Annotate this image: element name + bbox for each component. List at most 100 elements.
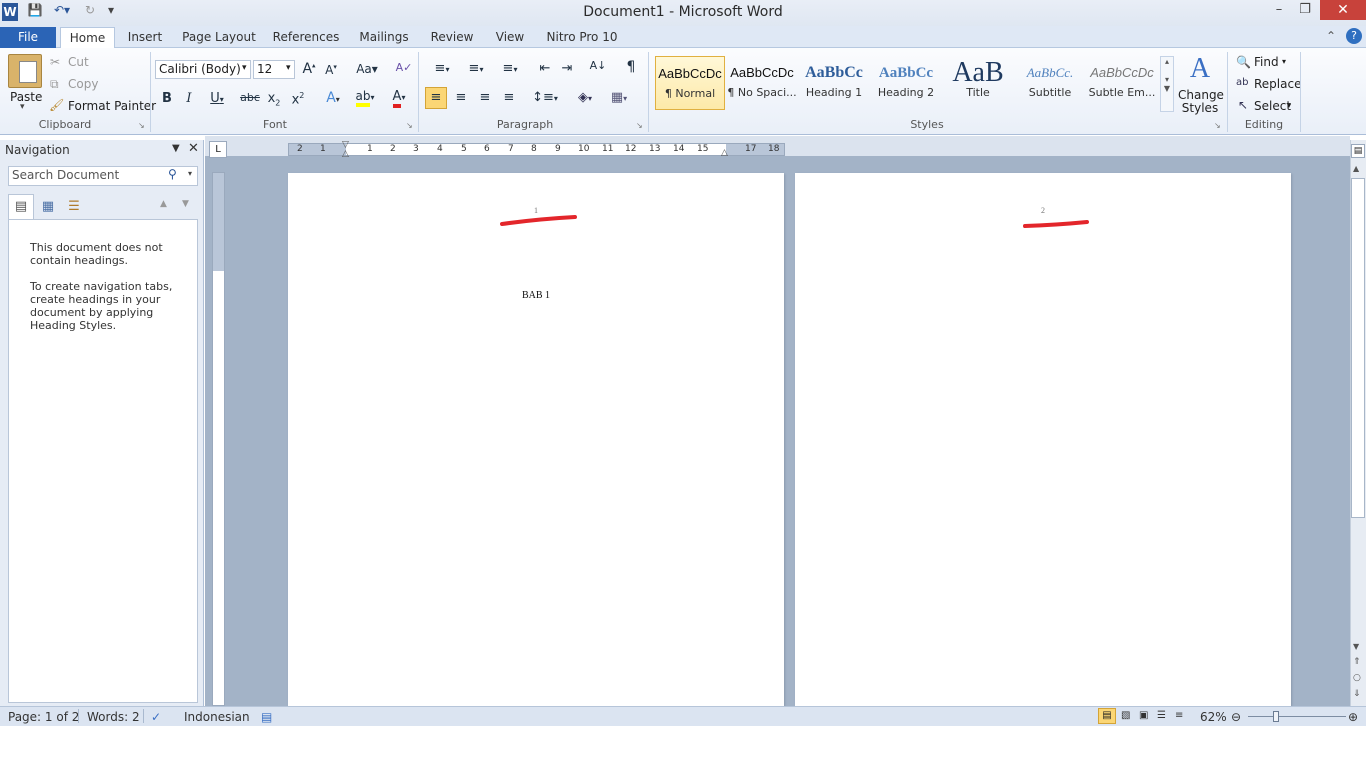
- search-dropdown-icon[interactable]: ▾: [188, 169, 192, 178]
- sort-icon[interactable]: A↓: [588, 59, 608, 72]
- paragraph-launcher-icon[interactable]: ↘: [636, 121, 643, 130]
- minimize-icon[interactable]: –: [1266, 2, 1292, 20]
- navigation-close-icon[interactable]: ✕: [188, 141, 199, 156]
- italic-icon[interactable]: I: [182, 91, 196, 106]
- text-effects-icon[interactable]: A▾: [320, 90, 346, 106]
- paste-dropdown-icon[interactable]: ▾: [20, 102, 25, 112]
- find-button[interactable]: Find: [1254, 55, 1279, 69]
- underline-icon[interactable]: U▾: [206, 91, 228, 106]
- format-painter-button[interactable]: Format Painter: [68, 99, 156, 113]
- page-body-text[interactable]: BAB 1: [288, 290, 784, 301]
- style-title[interactable]: AaB Title: [943, 56, 1013, 110]
- document-page-2[interactable]: 2: [795, 173, 1291, 706]
- bullets-icon[interactable]: ≡▾: [428, 61, 456, 76]
- cut-icon[interactable]: ✂: [50, 55, 60, 69]
- full-screen-reading-view-icon[interactable]: ▧: [1121, 710, 1130, 721]
- shrink-font-icon[interactable]: A▾: [322, 63, 340, 77]
- find-dropdown-icon[interactable]: ▾: [1282, 57, 1286, 66]
- restore-icon[interactable]: ❐: [1292, 2, 1318, 20]
- scroll-down-icon[interactable]: ▼: [1353, 642, 1359, 651]
- print-layout-view-icon[interactable]: ▤: [1098, 708, 1116, 724]
- word-count-status[interactable]: Words: 2: [87, 710, 140, 724]
- decrease-indent-icon[interactable]: ⇤: [536, 61, 554, 76]
- line-spacing-icon[interactable]: ↕≡▾: [532, 90, 558, 105]
- tab-insert[interactable]: Insert: [122, 27, 168, 48]
- browse-results-tab[interactable]: ☰: [62, 196, 86, 218]
- style-subtitle[interactable]: AaBbCc. Subtitle: [1015, 56, 1085, 110]
- help-icon[interactable]: ?: [1346, 28, 1362, 44]
- highlight-color-icon[interactable]: ab▾: [350, 89, 380, 107]
- proofing-icon[interactable]: ✓: [151, 710, 161, 724]
- style-subtle-emphasis[interactable]: AaBbCcDc Subtle Em...: [1087, 56, 1157, 110]
- select-dropdown-icon[interactable]: ▾: [1287, 101, 1291, 110]
- next-page-icon[interactable]: ⇓: [1353, 689, 1361, 699]
- select-icon[interactable]: ↖: [1238, 98, 1248, 112]
- change-styles-button[interactable]: Change Styles: [1178, 89, 1224, 115]
- tab-page-layout[interactable]: Page Layout: [178, 27, 260, 48]
- zoom-out-icon[interactable]: ⊖: [1231, 710, 1241, 724]
- subscript-icon[interactable]: x2: [264, 91, 284, 108]
- close-window-button[interactable]: ✕: [1320, 0, 1366, 20]
- tab-home[interactable]: Home: [60, 27, 115, 49]
- right-indent-marker[interactable]: △: [721, 148, 728, 158]
- vertical-ruler[interactable]: [212, 172, 225, 706]
- format-painter-icon[interactable]: 🖌: [49, 98, 64, 112]
- style-normal[interactable]: AaBbCcDc ¶ Normal: [655, 56, 725, 110]
- paste-icon[interactable]: [8, 54, 42, 88]
- multilevel-list-icon[interactable]: ≡▾: [496, 61, 524, 76]
- clipboard-launcher-icon[interactable]: ↘: [138, 121, 145, 130]
- numbering-icon[interactable]: ≡▾: [462, 61, 490, 76]
- navigation-options-icon[interactable]: ▼: [172, 143, 180, 154]
- zoom-slider[interactable]: [1248, 716, 1346, 717]
- tab-view[interactable]: View: [490, 27, 530, 48]
- superscript-icon[interactable]: x2: [288, 91, 308, 107]
- align-right-icon[interactable]: ≡: [476, 90, 494, 105]
- hanging-indent-marker[interactable]: △: [342, 149, 349, 159]
- show-formatting-icon[interactable]: ¶: [622, 59, 640, 75]
- tab-file[interactable]: File: [0, 27, 56, 48]
- zoom-level[interactable]: 62%: [1200, 710, 1227, 724]
- styles-gallery-scroll[interactable]: ▴ ▾ ▼: [1160, 56, 1174, 112]
- paste-button[interactable]: Paste: [10, 90, 42, 104]
- font-name-box[interactable]: Calibri (Body): [155, 60, 251, 79]
- next-heading-icon[interactable]: ▼: [182, 199, 189, 209]
- grow-font-icon[interactable]: A▴: [300, 61, 318, 77]
- change-styles-icon[interactable]: A: [1180, 54, 1220, 84]
- tab-mailings[interactable]: Mailings: [354, 27, 414, 48]
- clear-formatting-icon[interactable]: A✓: [394, 61, 414, 74]
- replace-button[interactable]: Replace: [1254, 77, 1301, 91]
- tab-nitro-pro[interactable]: Nitro Pro 10: [542, 27, 622, 48]
- style-heading-1[interactable]: AaBbCc Heading 1: [799, 56, 869, 110]
- zoom-in-icon[interactable]: ⊕: [1348, 710, 1358, 724]
- scroll-up-icon[interactable]: ▲: [1353, 164, 1359, 173]
- copy-button[interactable]: Copy: [68, 77, 98, 91]
- font-color-icon[interactable]: A▾: [384, 89, 414, 108]
- web-layout-view-icon[interactable]: ▣: [1139, 710, 1148, 721]
- scrollbar-thumb[interactable]: [1351, 178, 1365, 518]
- font-launcher-icon[interactable]: ↘: [406, 121, 413, 130]
- borders-icon[interactable]: ▦▾: [604, 90, 634, 105]
- select-button[interactable]: Select: [1254, 99, 1291, 113]
- styles-launcher-icon[interactable]: ↘: [1214, 121, 1221, 130]
- tab-review[interactable]: Review: [426, 27, 478, 48]
- strikethrough-icon[interactable]: abc: [240, 91, 260, 104]
- style-heading-2[interactable]: AaBbCc Heading 2: [871, 56, 941, 110]
- draft-view-icon[interactable]: ≡: [1175, 710, 1183, 721]
- browse-pages-tab[interactable]: ▦: [36, 196, 60, 218]
- bold-icon[interactable]: B: [160, 91, 174, 106]
- select-browse-object-icon[interactable]: ○: [1353, 673, 1361, 683]
- align-center-icon[interactable]: ≡: [452, 90, 470, 105]
- previous-page-icon[interactable]: ⇑: [1353, 657, 1361, 667]
- macro-recording-icon[interactable]: ▤: [261, 710, 272, 724]
- tab-references[interactable]: References: [270, 27, 342, 48]
- shading-icon[interactable]: ◈▾: [570, 90, 600, 105]
- style-no-spacing[interactable]: AaBbCcDc ¶ No Spaci...: [727, 56, 797, 110]
- increase-indent-icon[interactable]: ⇥: [558, 61, 576, 76]
- align-left-icon[interactable]: ≡: [425, 87, 447, 109]
- font-name-dropdown-icon[interactable]: ▾: [242, 63, 247, 73]
- find-icon[interactable]: 🔍: [1236, 55, 1251, 69]
- zoom-slider-thumb[interactable]: [1273, 711, 1280, 722]
- previous-heading-icon[interactable]: ▲: [160, 199, 167, 209]
- copy-icon[interactable]: ⧉: [50, 77, 59, 92]
- cut-button[interactable]: Cut: [68, 55, 89, 69]
